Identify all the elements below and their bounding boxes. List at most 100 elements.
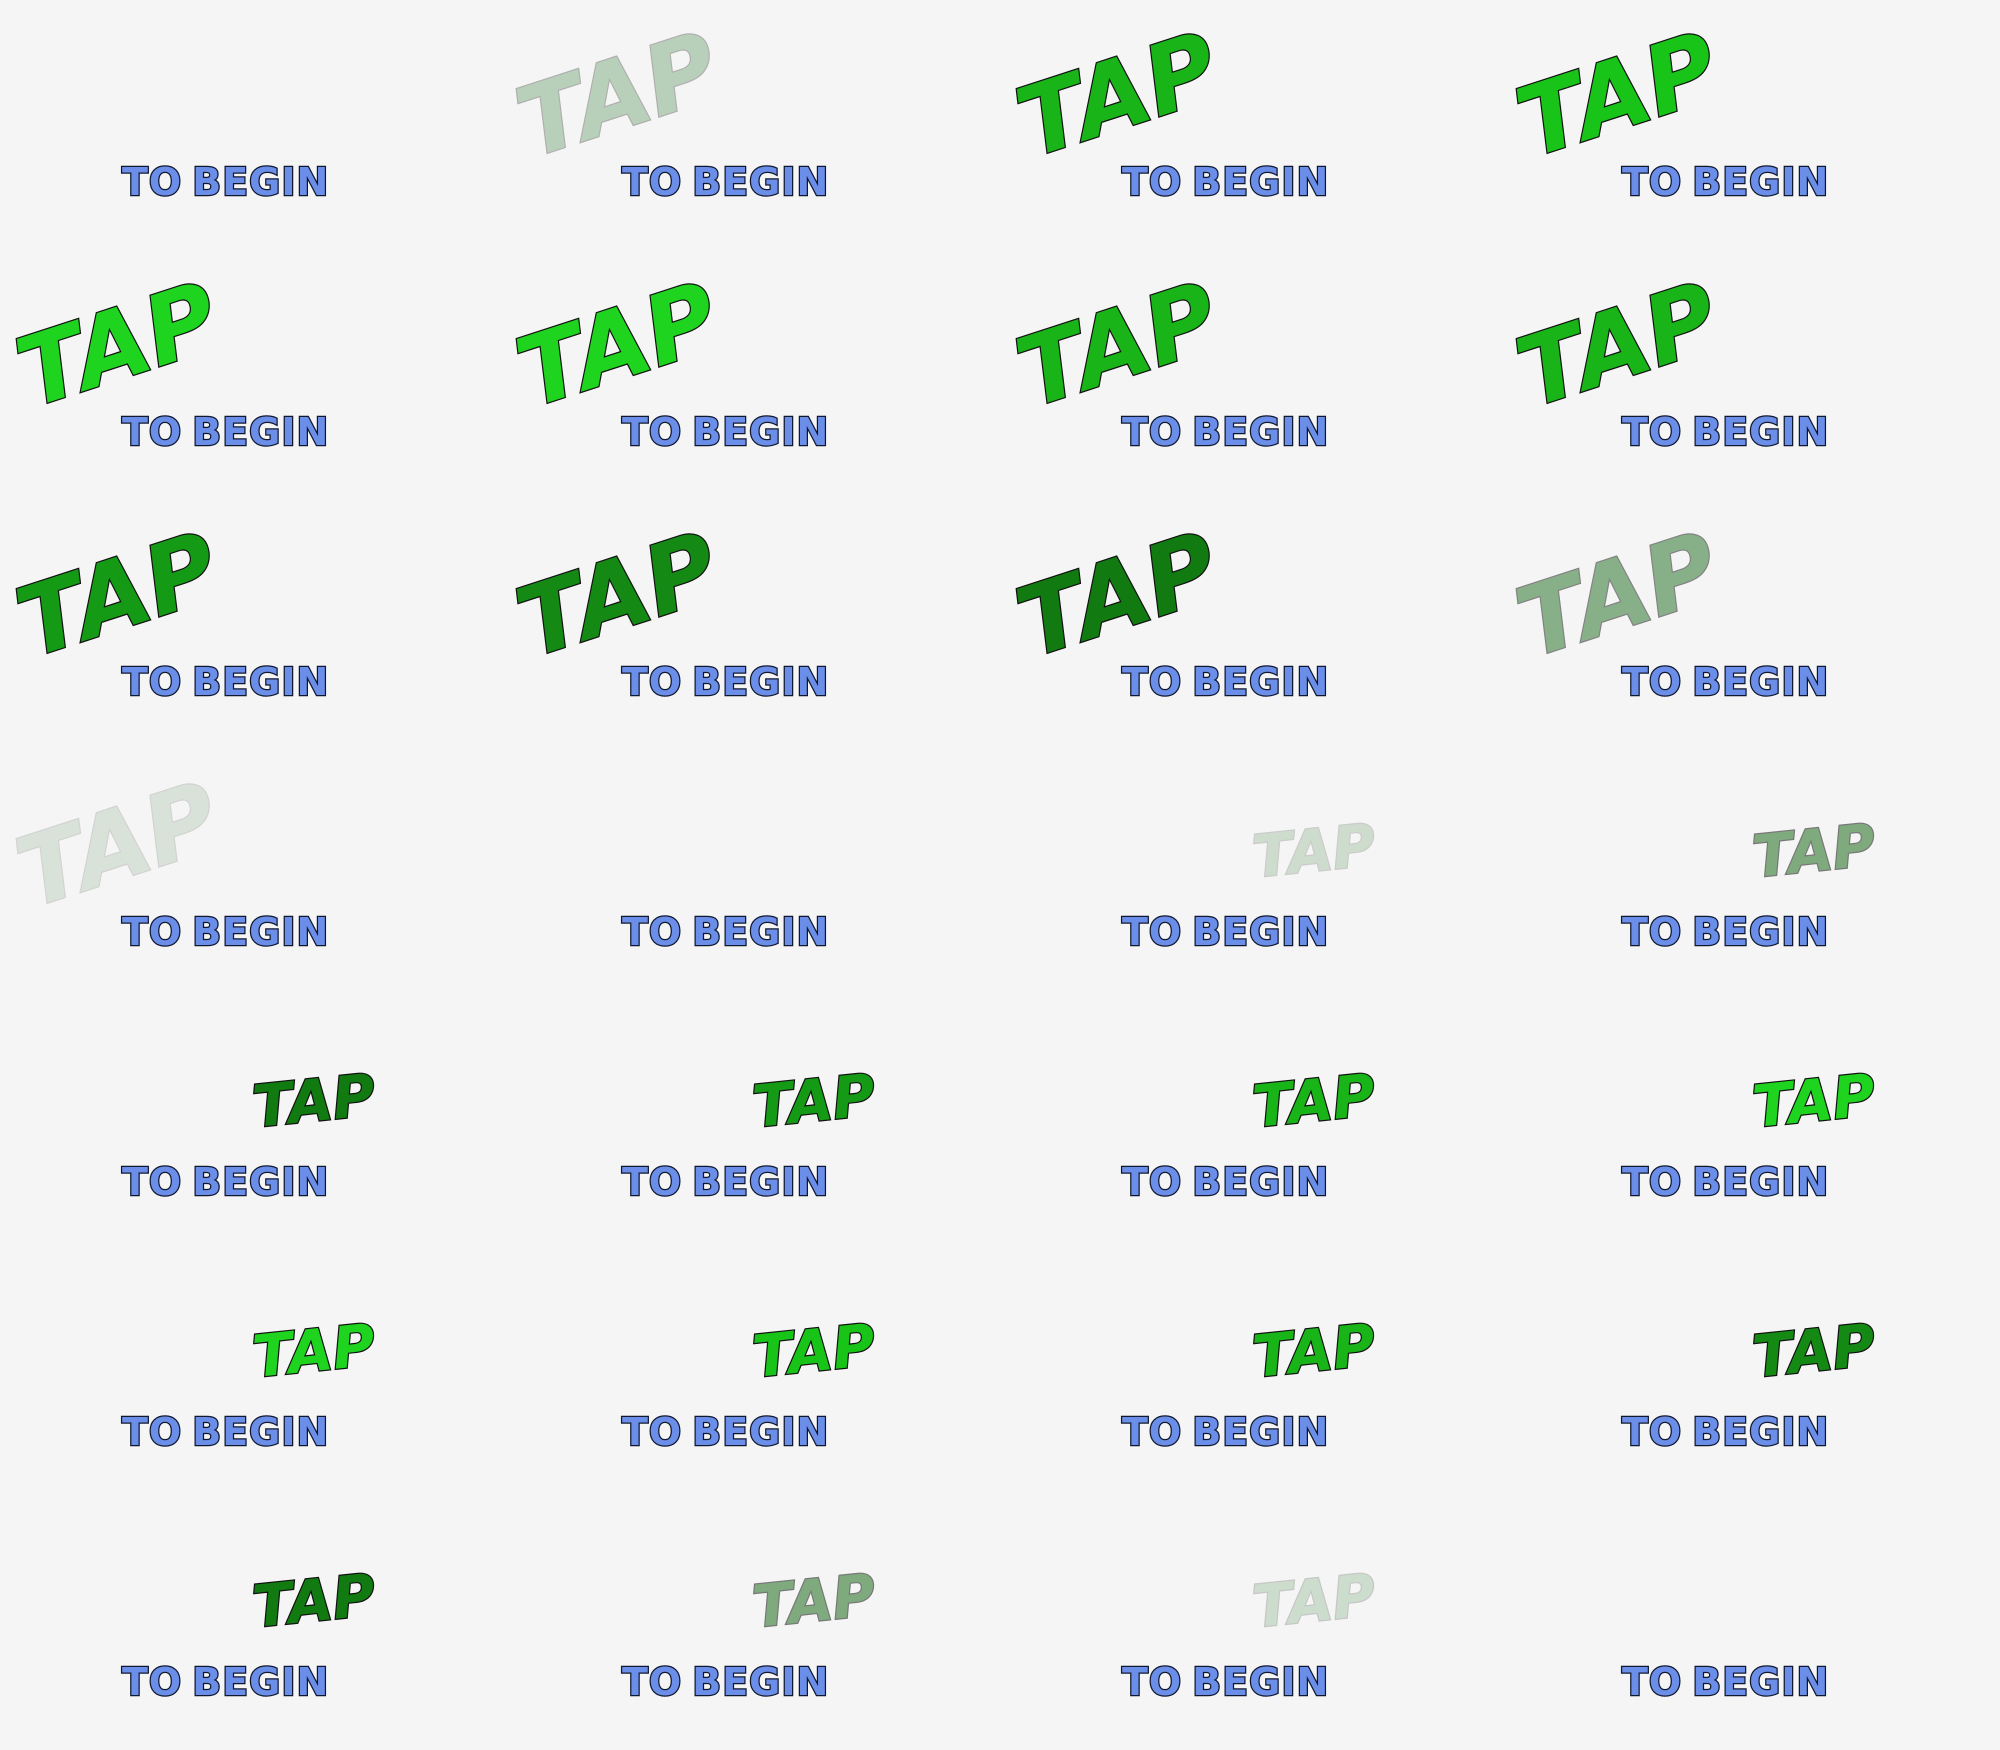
to-word: TO bbox=[621, 1159, 683, 1206]
to-word: TO bbox=[621, 159, 683, 206]
start-prompt-frame[interactable]: TAP TO BEGIN bbox=[0, 500, 500, 750]
begin-word: BEGIN bbox=[691, 1159, 830, 1206]
start-prompt-frame[interactable]: TAP TO BEGIN bbox=[1500, 250, 2000, 500]
to-word: TO bbox=[1121, 659, 1183, 706]
tap-word: TAP bbox=[1249, 1561, 1378, 1641]
begin-word: BEGIN bbox=[1691, 1409, 1830, 1456]
begin-word: BEGIN bbox=[1191, 1409, 1330, 1456]
tap-word: TAP bbox=[249, 1061, 378, 1141]
to-word: TO bbox=[1121, 409, 1183, 456]
tap-logo: TAP bbox=[3, 259, 233, 431]
start-prompt-frame[interactable]: TO BEGIN bbox=[1500, 1500, 2000, 1750]
tap-word: TAP bbox=[1004, 11, 1231, 180]
tap-logo: TAP bbox=[503, 509, 733, 681]
start-prompt-frame[interactable]: TAP TO BEGIN bbox=[1000, 500, 1500, 750]
to-word: TO bbox=[1621, 159, 1683, 206]
begin-word: BEGIN bbox=[1691, 659, 1830, 706]
start-prompt-frame[interactable]: TAP TO BEGIN bbox=[0, 1500, 500, 1750]
begin-word: BEGIN bbox=[1191, 909, 1330, 956]
tap-word: TAP bbox=[1504, 511, 1731, 680]
start-prompt-frame[interactable]: TAP TO BEGIN bbox=[500, 0, 1000, 250]
tap-word: TAP bbox=[1004, 511, 1231, 680]
start-prompt-frame[interactable]: TO BEGIN bbox=[0, 0, 500, 250]
to-begin-label: TO BEGIN bbox=[621, 1159, 830, 1210]
tap-word: TAP bbox=[749, 1311, 878, 1391]
tap-word: TAP bbox=[249, 1561, 378, 1641]
to-word: TO bbox=[621, 1659, 683, 1706]
begin-word: BEGIN bbox=[691, 659, 830, 706]
start-prompt-frame[interactable]: TAP TO BEGIN bbox=[1000, 250, 1500, 500]
tap-word: TAP bbox=[4, 261, 231, 430]
tap-word: TAP bbox=[504, 261, 731, 430]
to-word: TO bbox=[1121, 909, 1183, 956]
to-begin-label: TO BEGIN bbox=[621, 159, 830, 210]
tap-word: TAP bbox=[1004, 261, 1231, 430]
to-word: TO bbox=[1621, 659, 1683, 706]
begin-word: BEGIN bbox=[191, 1659, 330, 1706]
to-begin-label: TO BEGIN bbox=[121, 909, 330, 960]
start-prompt-frame[interactable]: TAP TO BEGIN bbox=[500, 250, 1000, 500]
start-prompt-frame[interactable]: TAP TO BEGIN bbox=[1000, 750, 1500, 1000]
to-begin-label: TO BEGIN bbox=[121, 409, 330, 460]
begin-word: BEGIN bbox=[191, 1409, 330, 1456]
to-begin-label: TO BEGIN bbox=[621, 409, 830, 460]
start-prompt-frame[interactable]: TAP TO BEGIN bbox=[1500, 0, 2000, 250]
tap-logo: TAP bbox=[248, 1059, 379, 1142]
start-prompt-frame[interactable]: TAP TO BEGIN bbox=[0, 1250, 500, 1500]
start-prompt-frame[interactable]: TAP TO BEGIN bbox=[1500, 500, 2000, 750]
to-word: TO bbox=[121, 409, 183, 456]
to-word: TO bbox=[1121, 1659, 1183, 1706]
to-word: TO bbox=[121, 659, 183, 706]
tap-logo: TAP bbox=[1003, 9, 1233, 181]
begin-word: BEGIN bbox=[1191, 159, 1330, 206]
tap-word: TAP bbox=[504, 11, 731, 180]
tap-word: TAP bbox=[1249, 811, 1378, 891]
tap-logo: TAP bbox=[1248, 1309, 1379, 1392]
to-begin-label: TO BEGIN bbox=[621, 1659, 830, 1710]
begin-word: BEGIN bbox=[1191, 1659, 1330, 1706]
start-prompt-frame[interactable]: TAP TO BEGIN bbox=[500, 1000, 1000, 1250]
to-begin-label: TO BEGIN bbox=[1121, 1659, 1330, 1710]
tap-logo: TAP bbox=[1248, 809, 1379, 892]
start-prompt-frame[interactable]: TAP TO BEGIN bbox=[0, 1000, 500, 1250]
begin-word: BEGIN bbox=[1691, 1659, 1830, 1706]
tap-logo: TAP bbox=[1003, 259, 1233, 431]
start-prompt-frame[interactable]: TAP TO BEGIN bbox=[1000, 1000, 1500, 1250]
to-begin-label: TO BEGIN bbox=[121, 1409, 330, 1460]
tap-word: TAP bbox=[1749, 1311, 1878, 1391]
to-word: TO bbox=[121, 1659, 183, 1706]
tap-word: TAP bbox=[749, 1061, 878, 1141]
tap-logo: TAP bbox=[1003, 509, 1233, 681]
tap-logo: TAP bbox=[1748, 1309, 1879, 1392]
begin-word: BEGIN bbox=[191, 409, 330, 456]
start-prompt-frame[interactable]: TAP TO BEGIN bbox=[0, 750, 500, 1000]
start-prompt-frame[interactable]: TAP TO BEGIN bbox=[500, 1500, 1000, 1750]
start-prompt-frame[interactable]: TAP TO BEGIN bbox=[1000, 1500, 1500, 1750]
to-begin-label: TO BEGIN bbox=[1621, 909, 1830, 960]
begin-word: BEGIN bbox=[191, 909, 330, 956]
tap-logo: TAP bbox=[1248, 1059, 1379, 1142]
to-begin-label: TO BEGIN bbox=[1621, 1409, 1830, 1460]
start-prompt-frame[interactable]: TAP TO BEGIN bbox=[1000, 1250, 1500, 1500]
to-begin-label: TO BEGIN bbox=[1621, 159, 1830, 210]
start-prompt-frame[interactable]: TAP TO BEGIN bbox=[1000, 0, 1500, 250]
start-prompt-frame[interactable]: TO BEGIN bbox=[500, 750, 1000, 1000]
to-begin-label: TO BEGIN bbox=[1121, 909, 1330, 960]
tap-logo: TAP bbox=[1503, 9, 1733, 181]
begin-word: BEGIN bbox=[1691, 909, 1830, 956]
start-prompt-frame[interactable]: TAP TO BEGIN bbox=[1500, 1250, 2000, 1500]
to-begin-label: TO BEGIN bbox=[1621, 1159, 1830, 1210]
to-word: TO bbox=[121, 1409, 183, 1456]
start-prompt-frame[interactable]: TAP TO BEGIN bbox=[500, 1250, 1000, 1500]
begin-word: BEGIN bbox=[691, 1409, 830, 1456]
to-begin-label: TO BEGIN bbox=[1621, 1659, 1830, 1710]
begin-word: BEGIN bbox=[1691, 409, 1830, 456]
start-prompt-frame[interactable]: TAP TO BEGIN bbox=[1500, 750, 2000, 1000]
to-begin-label: TO BEGIN bbox=[621, 909, 830, 960]
tap-word: TAP bbox=[1504, 11, 1731, 180]
tap-logo: TAP bbox=[503, 259, 733, 431]
start-prompt-frame[interactable]: TAP TO BEGIN bbox=[0, 250, 500, 500]
start-prompt-frame[interactable]: TAP TO BEGIN bbox=[500, 500, 1000, 750]
begin-word: BEGIN bbox=[691, 409, 830, 456]
start-prompt-frame[interactable]: TAP TO BEGIN bbox=[1500, 1000, 2000, 1250]
